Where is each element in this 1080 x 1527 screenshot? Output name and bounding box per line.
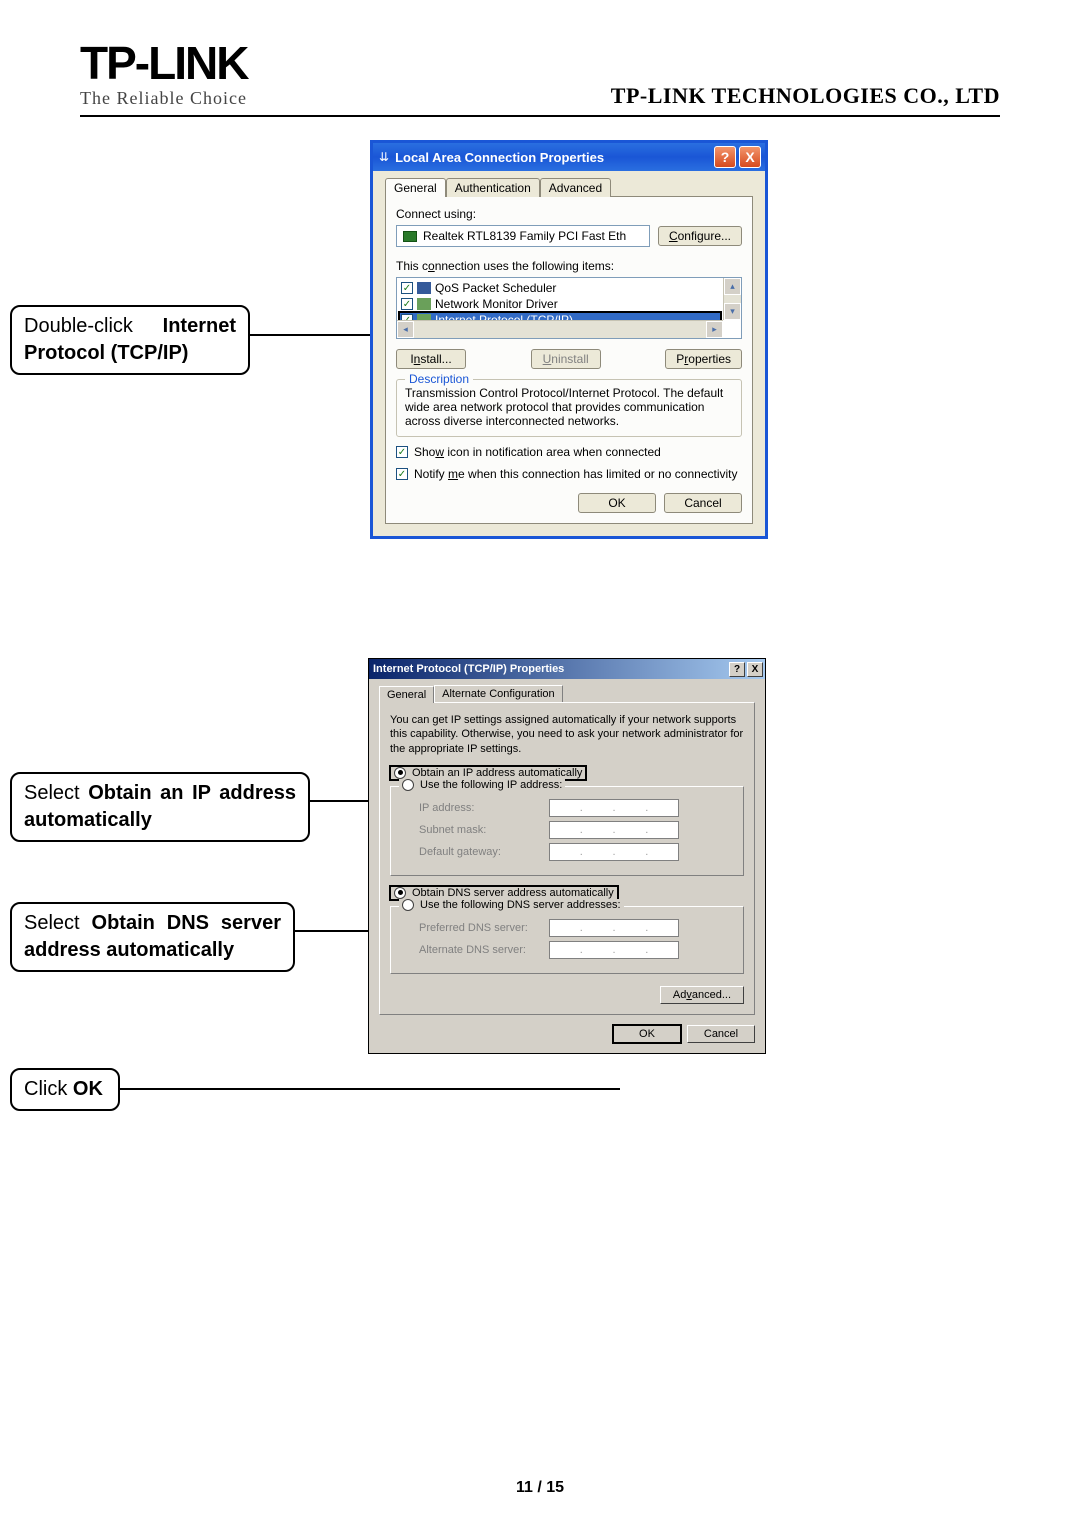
subnet-label: Subnet mask: xyxy=(419,824,549,836)
radio-icon xyxy=(402,779,414,791)
cancel-button[interactable]: Cancel xyxy=(687,1025,755,1043)
tabs: General Alternate Configuration xyxy=(379,685,755,702)
checkbox-icon[interactable]: ✓ xyxy=(401,298,413,310)
tab-general[interactable]: General xyxy=(385,178,446,197)
connector-4 xyxy=(120,1088,620,1090)
radio-ip-manual[interactable]: Use the following IP address: xyxy=(399,779,565,791)
callout-obtain-ip: Select Obtain an IP address automaticall… xyxy=(10,772,310,842)
subnet-field: ... xyxy=(549,821,679,839)
close-button[interactable]: X xyxy=(739,146,761,168)
radio-icon xyxy=(394,887,406,899)
checkbox-icon[interactable]: ✓ xyxy=(396,468,408,480)
service-icon xyxy=(417,282,431,294)
titlebar-text: Internet Protocol (TCP/IP) Properties xyxy=(373,663,727,675)
description-group: Description Transmission Control Protoco… xyxy=(396,379,742,437)
tab-general[interactable]: General xyxy=(379,686,434,703)
dialog-lan-properties: ⇊ Local Area Connection Properties ? X G… xyxy=(370,140,768,539)
radio-dns-manual[interactable]: Use the following DNS server addresses: xyxy=(399,899,624,911)
nic-icon xyxy=(403,231,417,242)
logo-block: TP-LINK The Reliable Choice xyxy=(80,40,247,109)
ip-manual-group: Use the following IP address: IP address… xyxy=(390,786,744,876)
logo-text: TP-LINK xyxy=(80,40,247,86)
tabs: General Authentication Advanced xyxy=(385,177,753,196)
titlebar-text: Local Area Connection Properties xyxy=(395,150,711,165)
titlebar-lan[interactable]: ⇊ Local Area Connection Properties ? X xyxy=(373,143,765,171)
help-button[interactable]: ? xyxy=(729,662,745,677)
items-listbox[interactable]: ✓ QoS Packet Scheduler ✓ Network Monitor… xyxy=(396,277,742,339)
checkbox-icon[interactable]: ✓ xyxy=(396,446,408,458)
close-button[interactable]: X xyxy=(747,662,763,677)
radio-icon xyxy=(402,899,414,911)
radio-ip-auto[interactable]: Obtain an IP address automatically xyxy=(390,766,586,780)
scroll-left-icon[interactable]: ◂ xyxy=(397,321,414,338)
scroll-up-icon[interactable]: ▴ xyxy=(724,278,741,295)
configure-button[interactable]: Configure... xyxy=(658,226,742,246)
intro-text: You can get IP settings assigned automat… xyxy=(390,713,744,756)
callout1-pre: Double-click xyxy=(24,315,163,337)
properties-button[interactable]: Properties xyxy=(665,349,742,369)
dialog-body: General Authentication Advanced Connect … xyxy=(373,171,765,536)
cancel-button[interactable]: Cancel xyxy=(664,493,742,513)
alt-dns-label: Alternate DNS server: xyxy=(419,944,549,956)
radio-icon xyxy=(394,767,406,779)
tab-advanced[interactable]: Advanced xyxy=(540,178,611,197)
page-number: 11 / 15 xyxy=(0,1479,1080,1497)
checkbox-icon[interactable]: ✓ xyxy=(401,282,413,294)
company-name: TP-LINK TECHNOLOGIES CO., LTD xyxy=(611,83,1000,109)
gateway-field: ... xyxy=(549,843,679,861)
callout-obtain-dns: Select Obtain DNS server address automat… xyxy=(10,902,295,972)
help-button[interactable]: ? xyxy=(714,146,736,168)
tab-panel: Connect using: Realtek RTL8139 Family PC… xyxy=(385,196,753,524)
advanced-button[interactable]: Advanced... xyxy=(660,986,744,1004)
callout-click-ok: Click OK xyxy=(10,1068,120,1111)
uninstall-button: Uninstall xyxy=(531,349,601,369)
radio-dns-auto[interactable]: Obtain DNS server address automatically xyxy=(390,886,618,900)
horizontal-scrollbar[interactable]: ◂ ▸ xyxy=(397,320,723,338)
tab-alternate[interactable]: Alternate Configuration xyxy=(434,685,563,702)
alt-dns-field: ... xyxy=(549,941,679,959)
item-nmd[interactable]: ✓ Network Monitor Driver xyxy=(399,296,721,312)
logo-tagline: The Reliable Choice xyxy=(80,88,247,109)
ip-address-label: IP address: xyxy=(419,802,549,814)
ip-address-field: ... xyxy=(549,799,679,817)
scroll-right-icon[interactable]: ▸ xyxy=(706,321,723,338)
install-button[interactable]: Install... xyxy=(396,349,466,369)
notify-checkbox[interactable]: ✓ Notify me when this connection has lim… xyxy=(396,467,742,481)
connect-using-label: Connect using: xyxy=(396,207,742,221)
dns-manual-group: Use the following DNS server addresses: … xyxy=(390,906,744,974)
titlebar-icon: ⇊ xyxy=(379,150,389,164)
nic-field[interactable]: Realtek RTL8139 Family PCI Fast Eth xyxy=(396,225,650,247)
description-text: Transmission Control Protocol/Internet P… xyxy=(405,386,733,428)
ok-button[interactable]: OK xyxy=(578,493,656,513)
pref-dns-label: Preferred DNS server: xyxy=(419,922,549,934)
page-header: TP-LINK The Reliable Choice TP-LINK TECH… xyxy=(80,40,1000,117)
vertical-scrollbar[interactable]: ▴ ▾ xyxy=(723,278,741,320)
tab-panel: You can get IP settings assigned automat… xyxy=(379,702,755,1015)
dialog-tcpip-properties: Internet Protocol (TCP/IP) Properties ? … xyxy=(368,658,766,1054)
tab-authentication[interactable]: Authentication xyxy=(446,178,540,197)
gateway-label: Default gateway: xyxy=(419,846,549,858)
description-legend: Description xyxy=(405,372,473,386)
callout-double-click-tcpip: Double-click Internet Protocol (TCP/IP) xyxy=(10,305,250,375)
item-qos[interactable]: ✓ QoS Packet Scheduler xyxy=(399,280,721,296)
scroll-down-icon[interactable]: ▾ xyxy=(724,303,741,320)
pref-dns-field: ... xyxy=(549,919,679,937)
items-label: This connection uses the following items… xyxy=(396,259,742,273)
service-icon xyxy=(417,298,431,310)
nic-name: Realtek RTL8139 Family PCI Fast Eth xyxy=(423,229,626,243)
show-icon-checkbox[interactable]: ✓ Show icon in notification area when co… xyxy=(396,445,742,459)
titlebar-tcpip[interactable]: Internet Protocol (TCP/IP) Properties ? … xyxy=(369,659,765,679)
ok-button[interactable]: OK xyxy=(613,1025,681,1043)
